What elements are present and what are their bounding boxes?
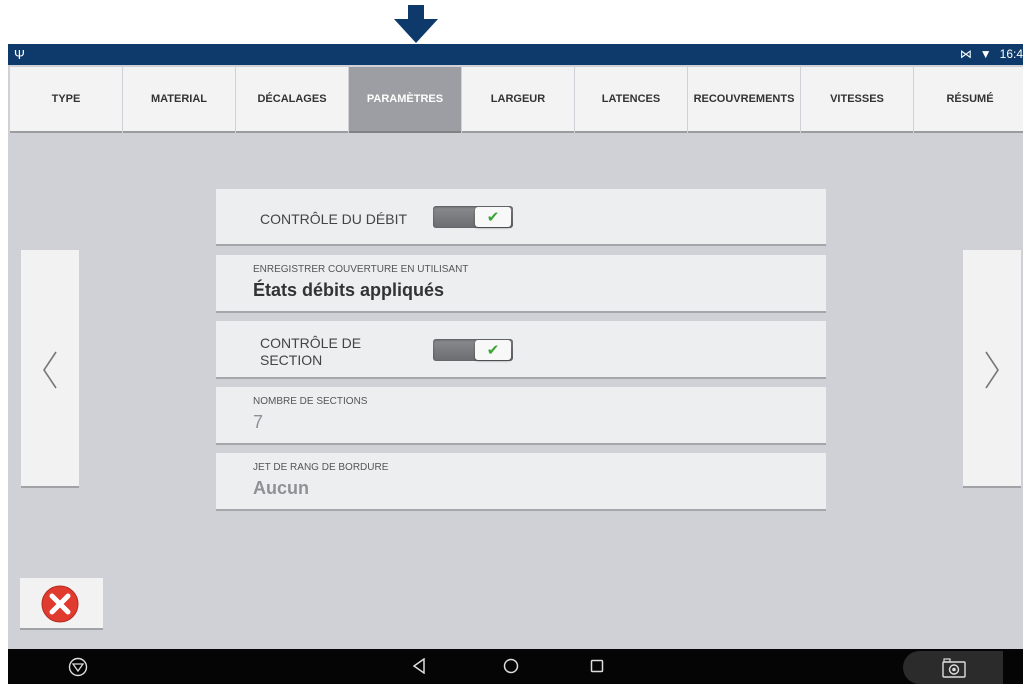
chevron-right-icon [985, 351, 999, 389]
back-icon[interactable] [412, 658, 426, 674]
rate-control-label: CONTRÔLE DU DÉBIT [260, 211, 408, 227]
section-control-toggle[interactable]: ✔ [433, 339, 513, 361]
cancel-button[interactable] [20, 578, 103, 630]
tab-offsets[interactable]: DÉCALAGES [236, 67, 348, 133]
chevron-left-icon [43, 351, 57, 389]
system-nav-bar [8, 649, 1023, 684]
tab-summary[interactable]: RÉSUMÉ [914, 67, 1023, 133]
screenshot-button[interactable] [903, 651, 1003, 684]
menu-icon[interactable] [68, 657, 88, 677]
coverage-caption: ENREGISTRER COUVERTURE EN UTILISANT [253, 264, 469, 275]
check-icon: ✔ [486, 342, 500, 359]
tab-width[interactable]: LARGEUR [462, 67, 574, 133]
usb-icon: Ψ [14, 47, 25, 62]
down-arrow-icon [394, 5, 438, 43]
section-control-row: CONTRÔLE DE SECTION ✔ [216, 321, 826, 379]
rate-control-row: CONTRÔLE DU DÉBIT ✔ [216, 189, 826, 246]
section-control-label-line2: SECTION [260, 352, 323, 368]
bluetooth-icon: ⋈ [959, 47, 972, 61]
tab-speeds[interactable]: VITESSES [801, 67, 913, 133]
section-control-label: CONTRÔLE DE SECTION [260, 335, 361, 369]
clock: 16:4 [999, 47, 1023, 61]
close-icon [41, 585, 79, 623]
previous-button[interactable] [21, 250, 79, 488]
section-control-label-line1: CONTRÔLE DE [260, 335, 362, 351]
tab-bar: TYPE MATERIAL DÉCALAGES PARAMÈTRES LARGE… [10, 67, 1023, 135]
tab-type[interactable]: TYPE [10, 67, 122, 133]
coverage-value: États débits appliqués [253, 280, 445, 300]
boundary-caption: JET DE RANG DE BORDURE [253, 462, 389, 473]
sections-value: 7 [253, 412, 264, 432]
tab-overlaps[interactable]: RECOUVREMENTS [688, 67, 800, 133]
sections-row: NOMBRE DE SECTIONS 7 [216, 387, 826, 445]
check-icon: ✔ [486, 209, 500, 226]
app-screen: TYPE MATERIAL DÉCALAGES PARAMÈTRES LARGE… [8, 65, 1023, 649]
boundary-row: JET DE RANG DE BORDURE Aucun [216, 453, 826, 511]
coverage-row[interactable]: ENREGISTRER COUVERTURE EN UTILISANT État… [216, 255, 826, 313]
status-bar: Ψ ⋈ ▼ 16:4 [8, 44, 1023, 65]
tab-material[interactable]: MATERIAL [123, 67, 235, 133]
rate-control-toggle[interactable]: ✔ [433, 206, 513, 228]
camera-icon [942, 658, 966, 678]
next-button[interactable] [963, 250, 1021, 488]
boundary-value: Aucun [253, 478, 309, 498]
wifi-icon: ▼ [979, 47, 992, 61]
tab-parameters[interactable]: PARAMÈTRES [349, 67, 461, 133]
recents-icon[interactable] [590, 659, 604, 673]
sections-caption: NOMBRE DE SECTIONS [253, 396, 368, 407]
home-icon[interactable] [503, 658, 519, 674]
tab-latencies[interactable]: LATENCES [575, 67, 687, 133]
